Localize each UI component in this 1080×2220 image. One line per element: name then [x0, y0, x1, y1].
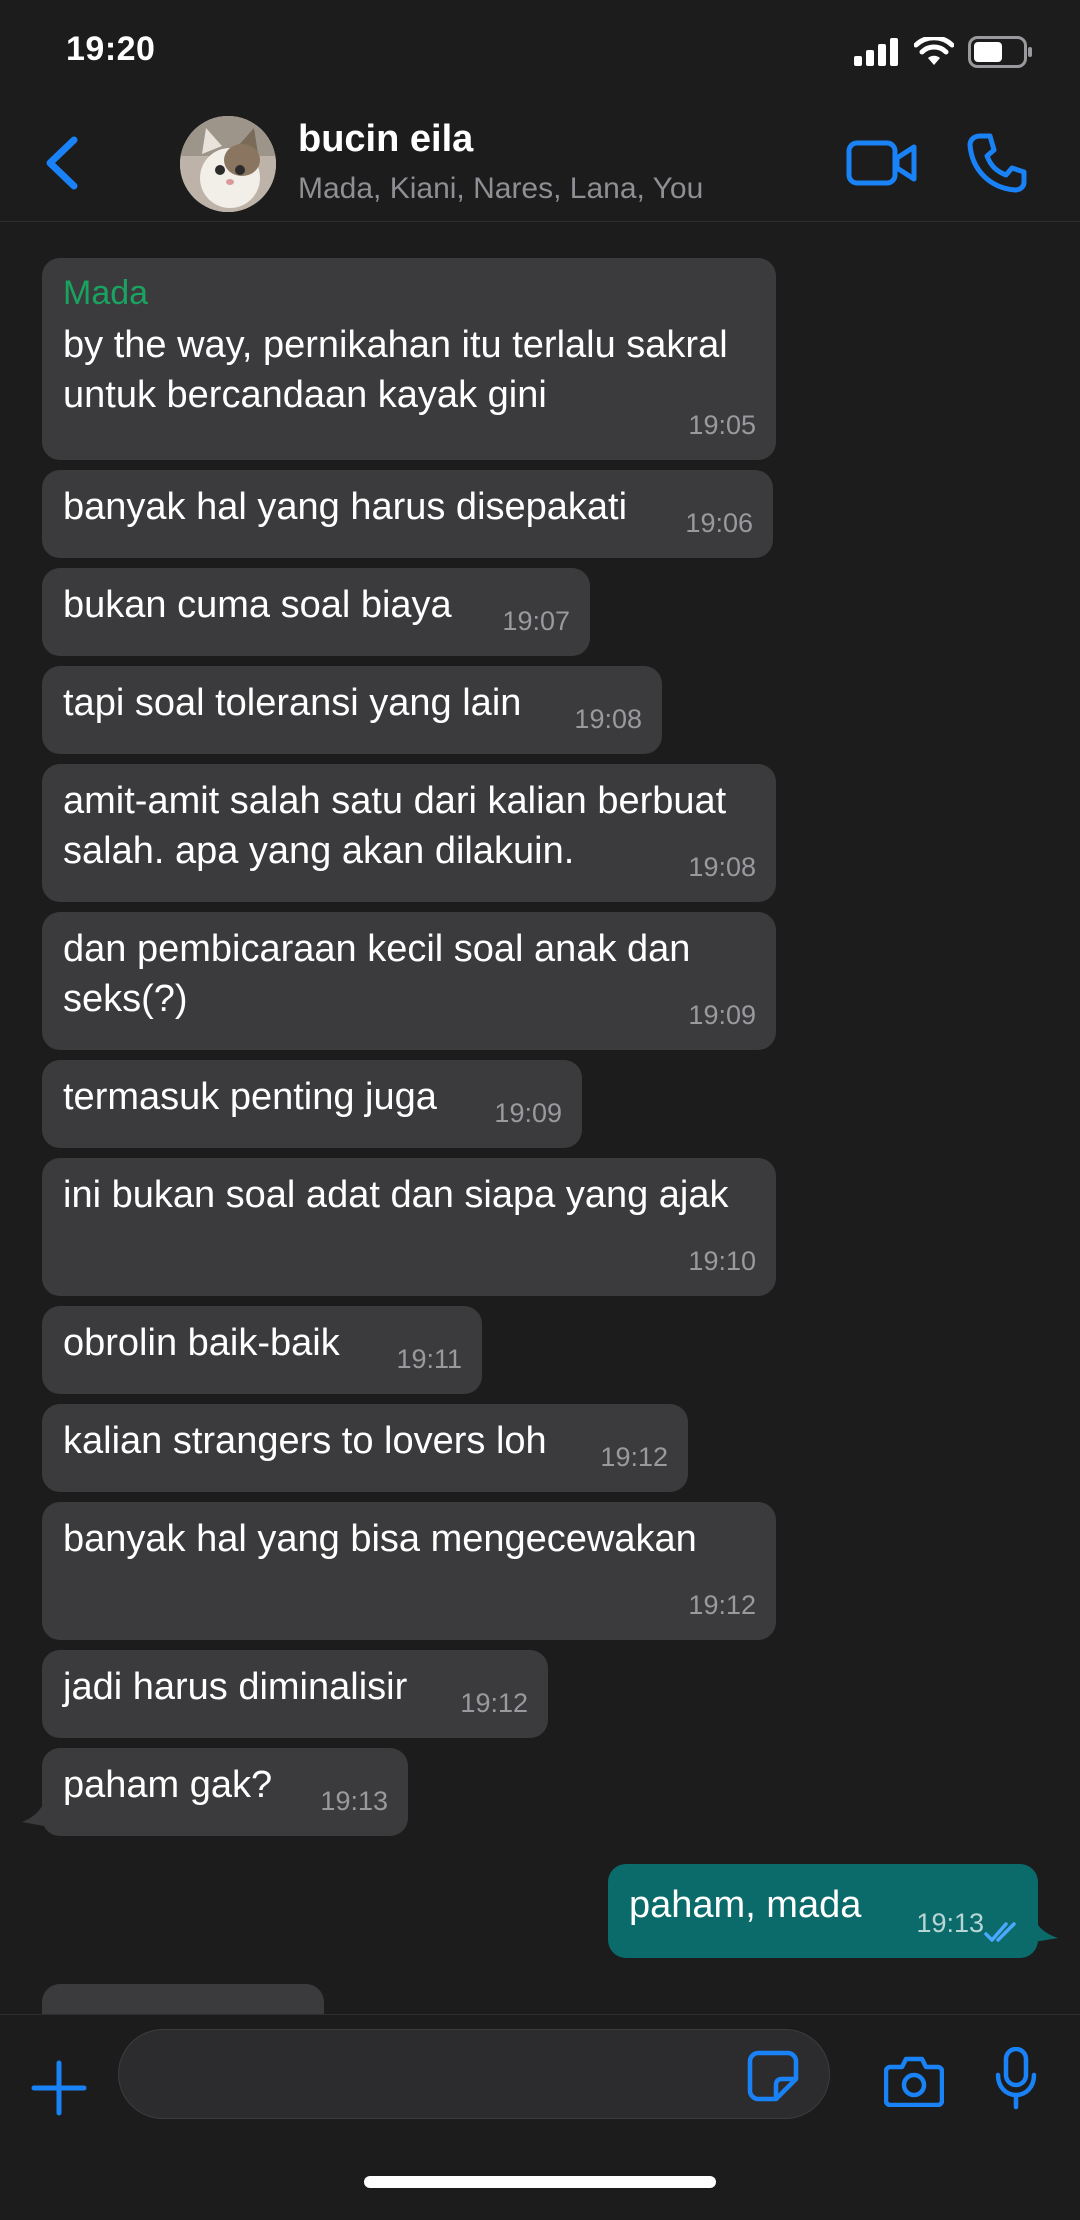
- message-text: jadi harus diminalisir: [63, 1666, 408, 1708]
- message-time: 19:09: [688, 1000, 756, 1030]
- chat-header: bucin eila Mada, Kiani, Nares, Lana, You: [0, 100, 1080, 222]
- status-icons: [854, 36, 1034, 68]
- outgoing-message-bubble[interactable]: paham, mada 19:13: [608, 1864, 1038, 1958]
- message-time: 19:06: [685, 508, 753, 538]
- message-text: tapi soal toleransi yang lain: [63, 682, 522, 724]
- message-bubble[interactable]: obrolin baik-baik 19:11: [42, 1306, 482, 1394]
- message-bubble[interactable]: amit-amit salah satu dari kalian berbuat…: [42, 764, 776, 902]
- message-text: untuk bercandaan kayak gini: [63, 374, 547, 416]
- message-bubble[interactable]: jadi harus diminalisir 19:12: [42, 1650, 548, 1738]
- message-text: ini bukan soal adat dan siapa yang ajak: [63, 1174, 729, 1216]
- message-time: 19:12: [600, 1442, 668, 1472]
- message-time: 19:11: [396, 1344, 462, 1374]
- message-time: 19:08: [688, 852, 756, 882]
- partial-message-bubble: [42, 1984, 324, 2014]
- wifi-icon: [914, 37, 954, 65]
- battery-icon: [968, 36, 1032, 68]
- cellular-signal-icon: [854, 38, 898, 66]
- message-bubble[interactable]: termasuk penting juga 19:09: [42, 1060, 582, 1148]
- sender-name[interactable]: Mada: [63, 270, 754, 316]
- status-bar: 19:20: [0, 0, 1080, 100]
- sticker-icon[interactable]: [746, 2049, 800, 2103]
- message-time: 19:08: [574, 704, 642, 734]
- message-time: 19:10: [688, 1246, 756, 1276]
- read-receipt-icon: [984, 1922, 1016, 1942]
- message-text: salah. apa yang akan dilakuin.: [63, 830, 575, 872]
- message-bubble[interactable]: kalian strangers to lovers loh 19:12: [42, 1404, 688, 1492]
- message-text: by the way, pernikahan itu terlalu sakra…: [63, 324, 728, 366]
- message-bubble[interactable]: Mada by the way, pernikahan itu terlalu …: [42, 258, 776, 460]
- message-list[interactable]: Mada by the way, pernikahan itu terlalu …: [0, 222, 1080, 2014]
- message-bubble[interactable]: dan pembicaraan kecil soal anak dan seks…: [42, 912, 776, 1050]
- message-text: termasuk penting juga: [63, 1076, 437, 1118]
- composer-bar: [0, 2014, 1080, 2220]
- message-time: 19:07: [502, 606, 570, 636]
- microphone-icon[interactable]: [994, 2047, 1038, 2111]
- message-input[interactable]: [118, 2029, 830, 2119]
- message-text: amit-amit salah satu dari kalian berbuat: [63, 780, 727, 822]
- home-indicator[interactable]: [364, 2176, 716, 2188]
- message-text: kalian strangers to lovers loh: [63, 1420, 547, 1462]
- message-bubble[interactable]: tapi soal toleransi yang lain 19:08: [42, 666, 662, 754]
- message-time: 19:13: [916, 1908, 984, 1938]
- back-chevron-icon[interactable]: [38, 134, 88, 192]
- message-bubble[interactable]: banyak hal yang bisa mengecewakan 19:12: [42, 1502, 776, 1640]
- message-time: 19:12: [460, 1688, 528, 1718]
- message-text: dan pembicaraan kecil soal anak dan: [63, 928, 691, 970]
- video-call-icon[interactable]: [846, 138, 918, 188]
- bubble-tail: [22, 1802, 44, 1826]
- message-bubble[interactable]: banyak hal yang harus disepakati 19:06: [42, 470, 773, 558]
- message-text: seks(?): [63, 978, 188, 1020]
- message-bubble[interactable]: bukan cuma soal biaya 19:07: [42, 568, 590, 656]
- message-time: 19:05: [688, 410, 756, 440]
- message-time: 19:12: [688, 1590, 756, 1620]
- camera-icon[interactable]: [884, 2055, 944, 2107]
- plus-icon[interactable]: [30, 2059, 88, 2117]
- message-bubble[interactable]: ini bukan soal adat dan siapa yang ajak …: [42, 1158, 776, 1296]
- group-avatar[interactable]: [180, 116, 276, 212]
- phone-call-icon[interactable]: [966, 132, 1028, 194]
- message-time: 19:13: [320, 1786, 388, 1816]
- message-text: bukan cuma soal biaya: [63, 584, 452, 626]
- status-time: 19:20: [66, 30, 156, 68]
- message-text: banyak hal yang harus disepakati: [63, 486, 628, 528]
- chat-members[interactable]: Mada, Kiani, Nares, Lana, You: [298, 172, 703, 206]
- message-time: 19:09: [494, 1098, 562, 1128]
- cat-avatar-icon: [180, 116, 276, 212]
- message-text: banyak hal yang bisa mengecewakan: [63, 1518, 697, 1560]
- chat-title[interactable]: bucin eila: [298, 118, 473, 161]
- message-bubble[interactable]: paham gak? 19:13: [42, 1748, 408, 1836]
